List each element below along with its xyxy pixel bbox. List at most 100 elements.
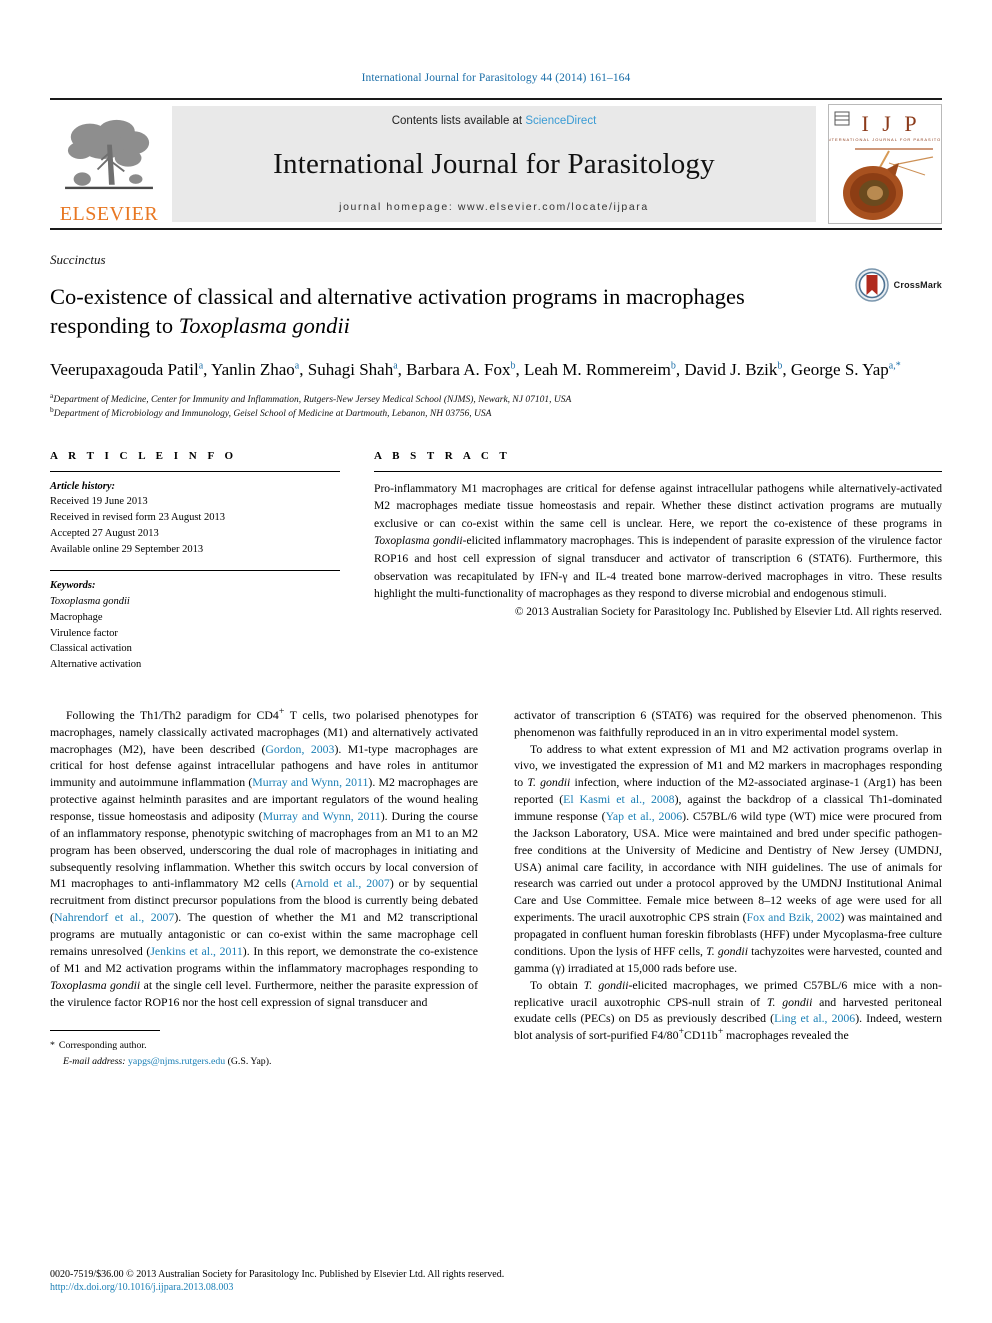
history-item: Received 19 June 2013 xyxy=(50,496,148,508)
crossmark-icon xyxy=(854,268,889,302)
citation-link[interactable]: Fox and Bzik, 2002 xyxy=(747,910,841,924)
history-item: Available online 29 September 2013 xyxy=(50,543,204,555)
contents-lists-line: Contents lists available at ScienceDirec… xyxy=(392,115,597,127)
history-item: Received in revised form 23 August 2013 xyxy=(50,512,225,524)
affiliation-item: bDepartment of Microbiology and Immunolo… xyxy=(50,406,942,421)
author-name: Leah M. Rommereim xyxy=(524,359,671,379)
citation-link[interactable]: Yap et al., 2006 xyxy=(606,809,683,823)
journal-masthead: ELSEVIER Contents lists available at Sci… xyxy=(50,98,942,230)
author-item: Veerupaxagouda Patila xyxy=(50,360,203,379)
affiliation-list: aDepartment of Medicine, Center for Immu… xyxy=(50,392,942,422)
elsevier-logo: ELSEVIER xyxy=(50,100,168,228)
text-run: Following the Th1/Th2 paradigm for CD4 xyxy=(66,707,279,722)
ijp-cover-art: I J P INTERNATIONAL JOURNAL FOR PARASITO… xyxy=(829,105,941,223)
corresponding-author-note: * Corresponding author. E-mail address: y… xyxy=(50,1038,430,1068)
species-italic: T. gondii xyxy=(527,775,571,790)
author-name: Yanlin Zhao xyxy=(211,359,295,379)
masthead-center: Contents lists available at ScienceDirec… xyxy=(172,106,816,222)
author-affil-marker: a xyxy=(393,359,398,371)
author-item: Suhagi Shaha xyxy=(308,360,398,379)
author-item: Leah M. Rommereimb xyxy=(524,360,676,379)
species-italic: Toxoplasma gondii xyxy=(50,977,141,992)
crossmark-label: CrossMark xyxy=(893,280,942,290)
author-item: David J. Bzikb xyxy=(684,360,782,379)
affiliation-item: aDepartment of Medicine, Center for Immu… xyxy=(50,392,942,407)
body-paragraph: To obtain T. gondii-elicited macrophages… xyxy=(514,977,942,1044)
affiliation-text: Department of Microbiology and Immunolog… xyxy=(53,409,492,420)
keywords-label: Keywords: xyxy=(50,580,96,592)
keyword-item: Alternative activation xyxy=(50,659,142,671)
citation-link[interactable]: El Kasmi et al., 2008 xyxy=(563,792,674,806)
body-paragraph: Following the Th1/Th2 paradigm for CD4+ … xyxy=(50,707,478,1010)
author-affil-marker: b xyxy=(670,359,676,371)
author-affil-marker: a xyxy=(294,359,300,371)
title-italic-species: Toxoplasma gondii xyxy=(178,313,350,339)
email-line: E-mail address: yapgs@njms.rutgers.edu (… xyxy=(50,1054,430,1069)
keyword-item: Classical activation xyxy=(50,643,132,655)
abstract-column: A B S T R A C T Pro-inflammatory M1 macr… xyxy=(374,450,942,673)
keyword-item: Virulence factor xyxy=(50,627,118,639)
abstract-part-1: Pro-inflammatory M1 macrophages are crit… xyxy=(374,481,942,530)
author-name: David J. Bzik xyxy=(684,359,778,379)
corresponding-star: * xyxy=(50,1040,55,1052)
journal-homepage[interactable]: journal homepage: www.elsevier.com/locat… xyxy=(339,201,649,213)
article-history-block: Article history: Received 19 June 2013 R… xyxy=(50,472,340,558)
citation-link[interactable]: Nahrendorf et al., 2007 xyxy=(54,910,174,924)
keyword-item: Macrophage xyxy=(50,611,103,623)
text-run: To obtain xyxy=(530,977,584,992)
abstract-text: Pro-inflammatory M1 macrophages are crit… xyxy=(374,472,942,603)
doi-link[interactable]: http://dx.doi.org/10.1016/j.ijpara.2013.… xyxy=(50,1282,942,1293)
elsevier-tree-icon xyxy=(65,119,153,190)
author-list: Veerupaxagouda Patila, Yanlin Zhaoa, Suh… xyxy=(50,359,901,379)
journal-article-page: International Journal for Parasitology 4… xyxy=(0,0,992,1323)
page-footer: 0020-7519/$36.00 © 2013 Australian Socie… xyxy=(50,1267,942,1293)
corresponding-label: Corresponding author. xyxy=(58,1040,147,1052)
corresponding-line: * Corresponding author. xyxy=(50,1038,430,1053)
author-name: George S. Yap xyxy=(790,359,889,379)
body-column-left: Following the Th1/Th2 paradigm for CD4+ … xyxy=(50,707,478,1069)
journal-cover-thumbnail: I J P INTERNATIONAL JOURNAL FOR PARASITO… xyxy=(828,104,942,224)
author-affil-marker: a xyxy=(198,359,204,371)
article-section-label: Succinctus xyxy=(50,252,106,267)
email-link[interactable]: yapgs@njms.rutgers.edu xyxy=(128,1056,225,1067)
article-header: Succinctus Co-existence of classical and… xyxy=(50,252,942,422)
author-item: Barbara A. Foxb xyxy=(406,360,515,379)
author-name: Barbara A. Fox xyxy=(406,359,511,379)
email-label: E-mail address: xyxy=(63,1055,126,1067)
svg-text:I J P: I J P xyxy=(861,111,920,136)
citation-link[interactable]: Jenkins et al., 2011 xyxy=(150,944,242,958)
species-italic: T. gondii xyxy=(583,977,629,992)
elsevier-wordmark: ELSEVIER xyxy=(59,203,159,225)
article-history-label: Article history: xyxy=(50,480,116,492)
author-name: Veerupaxagouda Patil xyxy=(50,359,199,379)
author-item: George S. Yapa,* xyxy=(791,360,901,379)
body-paragraph: To address to what extent expression of … xyxy=(514,741,942,977)
contents-prefix: Contents lists available at xyxy=(391,115,526,127)
crossmark-badge[interactable]: CrossMark xyxy=(854,268,942,302)
abstract-heading: A B S T R A C T xyxy=(374,449,511,462)
author-affil-marker: b xyxy=(510,359,516,371)
page-title: Co-existence of classical and alternativ… xyxy=(50,282,750,341)
citation-link[interactable]: Ling et al., 2006 xyxy=(774,1011,855,1025)
species-italic: T. gondii xyxy=(706,943,748,958)
abstract-species-italic: Toxoplasma gondii xyxy=(374,534,463,548)
body-paragraph: activator of transcription 6 (STAT6) was… xyxy=(514,707,942,739)
keyword-item: Toxoplasma gondii xyxy=(50,596,130,608)
citation-link[interactable]: Murray and Wynn, 2011 xyxy=(252,775,368,789)
author-name: Suhagi Shah xyxy=(307,359,394,379)
citation-link[interactable]: Arnold et al., 2007 xyxy=(295,876,390,890)
title-text: Co-existence of classical and alternativ… xyxy=(50,284,745,339)
running-head: International Journal for Parasitology 4… xyxy=(361,72,631,84)
article-info-column: A R T I C L E I N F O Article history: R… xyxy=(50,450,340,673)
citation-link[interactable]: Gordon, 2003 xyxy=(265,742,334,756)
citation-link[interactable]: Murray and Wynn, 2011 xyxy=(263,809,381,823)
keywords-block: Keywords: Toxoplasma gondii Macrophage V… xyxy=(50,571,340,673)
affiliation-text: Department of Medicine, Center for Immun… xyxy=(53,395,572,406)
corresponding-author-rule xyxy=(50,1030,160,1038)
article-body: Following the Th1/Th2 paradigm for CD4+ … xyxy=(50,707,942,1069)
author-item: Yanlin Zhaoa xyxy=(211,360,299,379)
svg-text:INTERNATIONAL JOURNAL FOR PARA: INTERNATIONAL JOURNAL FOR PARASITOLOGY xyxy=(829,137,941,142)
abstract-copyright: © 2013 Australian Society for Parasitolo… xyxy=(514,605,942,618)
sciencedirect-link[interactable]: ScienceDirect xyxy=(525,115,596,127)
author-affil-marker: b xyxy=(777,359,783,371)
